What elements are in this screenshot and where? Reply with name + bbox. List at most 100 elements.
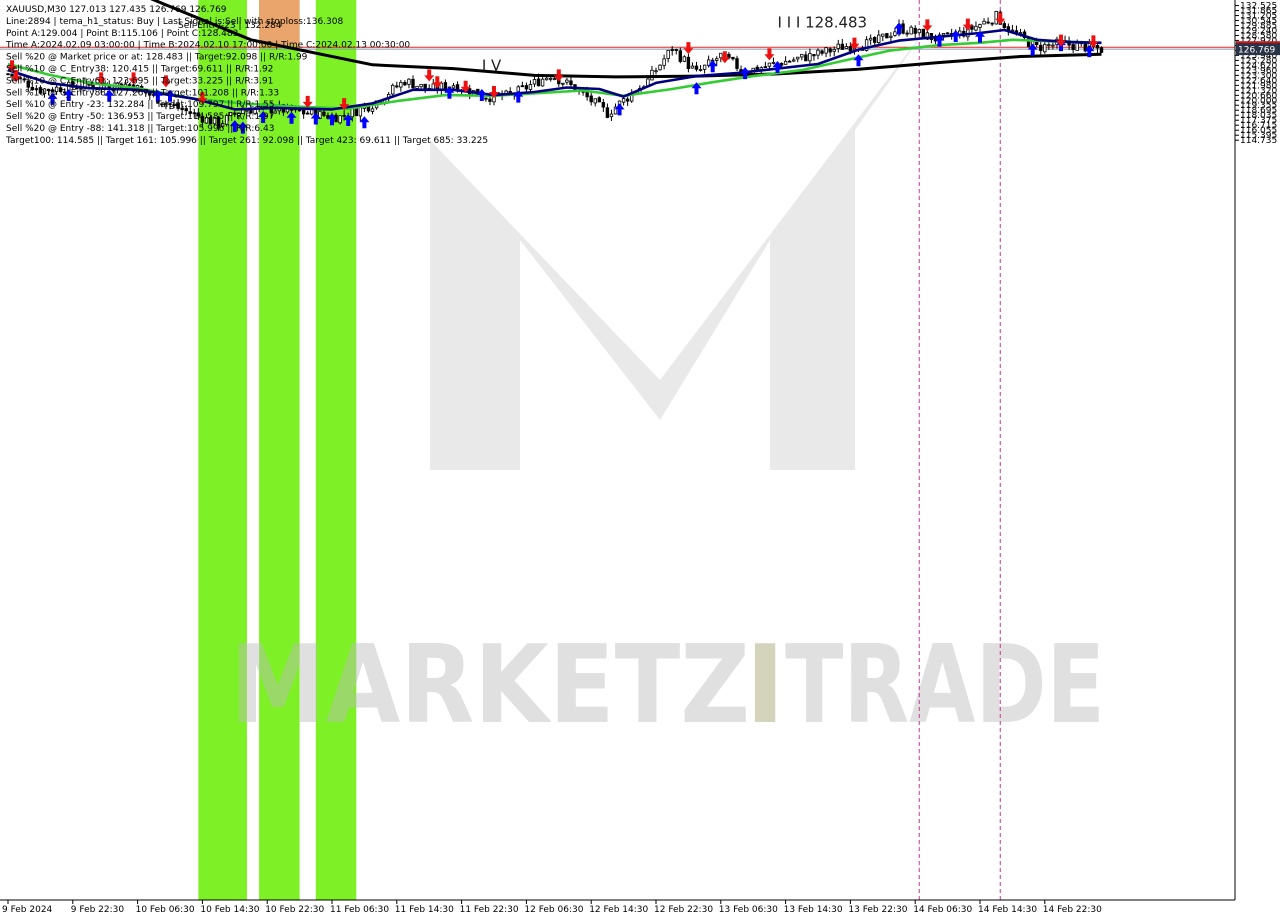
candle-body [411,78,415,89]
x-axis: 9 Feb 2024 9 Feb 22:30 10 Feb 06:30 10 Feb … [0,899,1235,915]
x-tick-label: 10 Feb 22:30 [265,905,324,915]
candle-body [350,108,354,118]
candle-body [399,81,403,88]
candle-body [702,64,707,70]
y-axis: 132.525131.865131.205130.545129.885129.2… [1234,0,1277,900]
candle-body [808,53,812,62]
watermark-text-2: I [745,623,785,748]
x-tick-label: 9 Feb 2024 [2,905,53,915]
candle-body [735,58,739,69]
candle-body [549,77,553,80]
candle-body [605,107,610,118]
candle-body [901,23,905,34]
x-tick-label: 11 Feb 22:30 [460,905,519,915]
candle-body [893,31,897,36]
candle-body [1039,44,1043,52]
candle-body [488,98,492,102]
candle-body [670,49,674,51]
candle-body [719,52,723,59]
candle-body [792,59,796,62]
candle-body [565,79,569,83]
x-tick-label: 11 Feb 14:30 [395,905,454,915]
candle-body [796,56,800,60]
candle-body [889,35,893,38]
candle-body [305,112,310,115]
candle-body [731,56,735,60]
candle-body [905,32,909,35]
candle-body [674,49,678,51]
price-chart[interactable]: MARKETZ I TRADE I I I 128.483I V Sell En… [0,0,1280,920]
x-tick-label: 13 Feb 14:30 [784,905,843,915]
candle-body [824,47,828,54]
candle-body [990,22,994,25]
candle-body [536,78,541,87]
info-line: Line:2894 | tema_h1_status: Buy | Last S… [6,17,343,27]
candle-body [484,97,488,100]
candle-body [787,60,792,63]
candle-body [370,108,375,112]
candle-body [682,56,687,62]
candle-body [662,58,666,66]
info-line: Point A:129.004 | Point B:115.106 | Poin… [6,29,238,39]
info-line: Target100: 114.585 || Target 161: 105.99… [5,136,488,146]
candle-body [1047,44,1051,47]
candle-body [338,115,342,124]
info-line: Sell %10 @ C_Entry38: 120.415 || Target:… [6,65,273,75]
candle-body [836,43,840,49]
candle-body [666,50,670,59]
candle-body [524,85,529,90]
x-tick-label: 13 Feb 06:30 [719,905,778,915]
candle-body [686,56,691,69]
candle-body [678,50,682,62]
candle-body [1043,43,1047,53]
candle-body [310,109,314,115]
candle-body [403,81,407,86]
candle-body [763,66,768,69]
candle-body [873,37,877,43]
x-tick-label: 14 Feb 22:30 [1043,905,1102,915]
x-tick-label: 10 Feb 06:30 [136,905,195,915]
info-line: Time A:2024.02.09 03:00:00 | Time B:2024… [5,41,410,51]
candle-body [589,95,593,103]
candle-body [419,83,423,88]
candle-body [532,79,537,85]
candle-body [1095,44,1100,49]
x-tick-label: 9 Feb 22:30 [71,905,125,915]
candle-body [913,27,917,34]
candle-body [658,64,662,71]
candle-body [1071,44,1075,51]
candle-body [767,62,772,67]
candle-body [1002,23,1006,29]
x-tick-label: 12 Feb 22:30 [654,905,713,915]
candle-body [909,26,913,35]
candle-body [917,29,921,34]
x-tick-label: 12 Feb 06:30 [524,905,583,915]
candle-body [342,114,346,117]
candle-body [407,78,411,85]
candle-body [415,85,419,89]
candle-body [391,84,395,95]
candle-body [690,65,695,69]
candle-body [625,98,630,102]
candle-body [698,69,703,71]
candle-body [609,113,614,118]
x-tick-label: 14 Feb 06:30 [913,905,972,915]
x-tick-label: 14 Feb 14:30 [978,905,1037,915]
candle-body [885,33,889,39]
x-tick-label: 11 Feb 06:30 [330,905,389,915]
candle-body [694,65,699,70]
info-line: Sell %20 @ Entry -88: 141.318 || Target:… [6,124,274,134]
candle-body [366,106,371,112]
info-line: XAUUSD,M30 127.013 127.435 126.769 126.7… [6,5,227,15]
candle-body [986,21,990,24]
watermark-text-3: TRADE [785,623,1105,748]
candle-body [978,24,982,28]
candle-body [945,32,950,35]
wave-label: I I I 128.483 [778,14,868,32]
candle-body [601,102,606,108]
candle-body [301,109,306,115]
info-line: Sell %10 @ C_Entry61: 123.695 || Target:… [6,76,273,86]
candle-body [832,48,836,52]
candle-body [812,54,816,57]
watermark-text-1: MARKETZ [230,623,750,748]
